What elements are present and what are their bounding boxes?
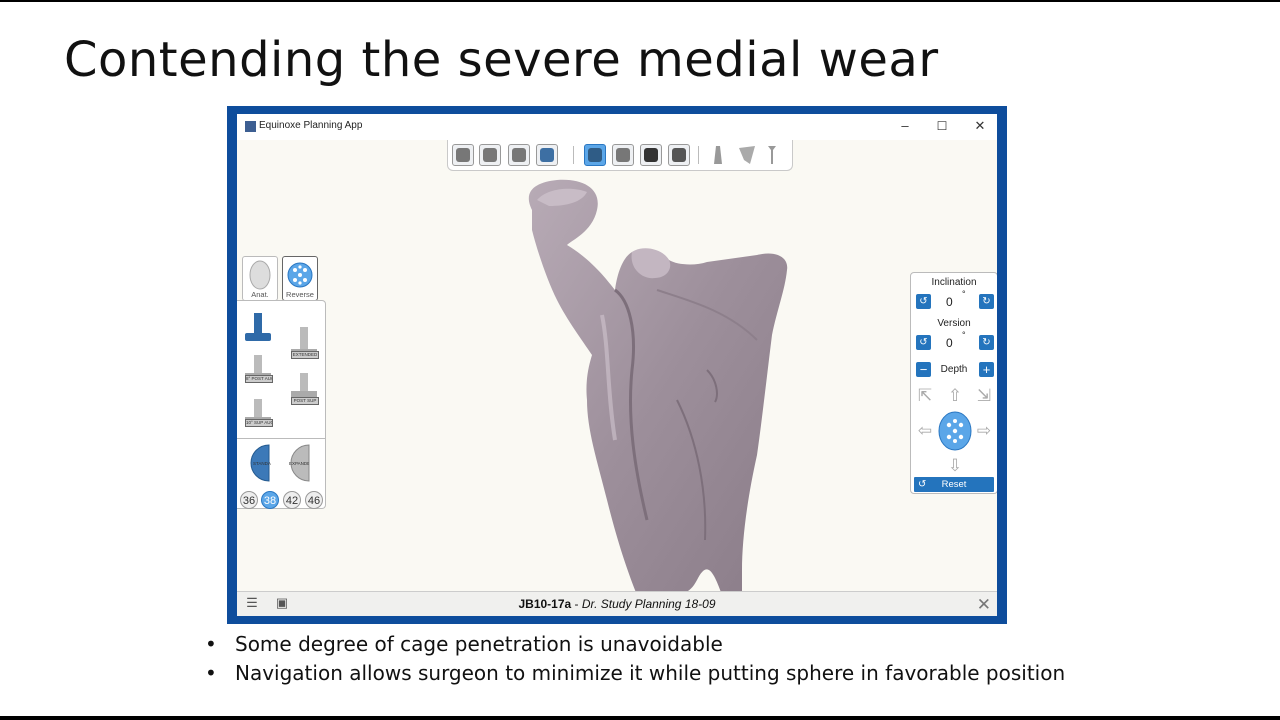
size-button-38[interactable]: 38 <box>261 491 279 509</box>
version-value: 0 <box>946 336 953 350</box>
case-description: Dr. Study Planning 18-09 <box>581 597 716 611</box>
size-button-42[interactable]: 42 <box>283 491 301 509</box>
view-toolbar <box>447 140 793 171</box>
implant-view-icon[interactable] <box>479 144 501 166</box>
bullet-list: • Some degree of cage penetration is una… <box>205 630 1065 688</box>
size-button-46[interactable]: 46 <box>305 491 323 509</box>
humerus-outline-icon[interactable] <box>738 144 756 166</box>
reset-button[interactable]: ↺ Reset <box>914 477 994 492</box>
stem-label-sup-aug: 10° SUP AUG <box>245 419 273 427</box>
status-bar: ☰ ▣ JB10-17a - Dr. Study Planning 18-09 … <box>237 591 997 616</box>
bullet-text: Some degree of cage penetration is unavo… <box>235 632 723 656</box>
bullet-dot: • <box>205 661 217 685</box>
arrow-up-icon[interactable]: ⇧ <box>946 387 964 405</box>
toolbar-separator <box>698 146 699 164</box>
glenosphere-label-expanded: EXPANDED <box>289 461 309 466</box>
glenoid-view-icon[interactable] <box>452 144 474 166</box>
3d-viewport[interactable] <box>237 140 997 608</box>
inclination-rotate-right-icon[interactable]: ↻ <box>979 294 994 309</box>
inclination-value: 0 <box>946 295 953 309</box>
shaded-bone-icon[interactable] <box>536 144 558 166</box>
tab-reverse[interactable]: Reverse <box>282 256 318 301</box>
version-degree: ° <box>962 330 966 340</box>
slide-title: Contending the severe medial wear <box>64 32 939 88</box>
panel-divider <box>237 438 325 439</box>
inclination-rotate-left-icon[interactable]: ↺ <box>916 294 931 309</box>
case-id: JB10-17a <box>518 597 572 611</box>
anatomic-implant-icon <box>249 260 271 290</box>
arrow-down-icon[interactable]: ⇩ <box>946 457 964 475</box>
arrow-left-icon[interactable]: ⇦ <box>916 422 934 440</box>
bullet-text: Navigation allows surgeon to minimize it… <box>235 661 1066 685</box>
version-rotate-left-icon[interactable]: ↺ <box>916 335 931 350</box>
scapula-cut-icon[interactable] <box>668 144 690 166</box>
scapula-outline-icon[interactable] <box>712 144 724 166</box>
glenosphere-label-standard: STANDARD <box>253 461 271 466</box>
tab-anatomic[interactable]: Anat. <box>242 256 278 301</box>
depth-plus-button[interactable]: + <box>979 362 994 377</box>
implant-selection-panel: EXTENDED 8° POST AUG POST SUP 10° SUP AU… <box>237 300 326 509</box>
close-button[interactable]: ✕ <box>965 117 995 135</box>
toolbar-separator <box>573 146 574 164</box>
glenosphere-position-icon[interactable] <box>938 411 972 451</box>
app-title: Equinoxe Planning App <box>259 120 363 131</box>
scapula-side-icon[interactable] <box>612 144 634 166</box>
title-bar: Equinoxe Planning App – ☐ ✕ <box>237 114 997 140</box>
arrow-right-icon[interactable]: ⇨ <box>975 422 993 440</box>
inclination-degree: ° <box>962 289 966 299</box>
scapula-front-icon[interactable] <box>584 144 606 166</box>
scapula-bone-model <box>528 179 788 595</box>
inclination-label: Inclination <box>931 277 977 288</box>
bone-scan-view-icon[interactable] <box>508 144 530 166</box>
maximize-button[interactable]: ☐ <box>927 117 957 135</box>
tab-anatomic-label: Anat. <box>251 290 269 299</box>
tab-reverse-label: Reverse <box>286 290 314 299</box>
minimize-button[interactable]: – <box>890 117 920 135</box>
stem-label-post-aug: 8° POST AUG <box>245 375 273 383</box>
bullet-dot: • <box>205 632 217 656</box>
arrow-up-right-icon[interactable]: ⇲ <box>975 387 993 405</box>
scapula-dark-icon[interactable] <box>640 144 662 166</box>
version-rotate-right-icon[interactable]: ↻ <box>979 335 994 350</box>
humerus-stem-icon[interactable] <box>766 144 778 166</box>
arrow-up-left-icon[interactable]: ⇱ <box>916 387 934 405</box>
reset-label: Reset <box>941 479 967 490</box>
reverse-implant-icon <box>287 262 313 288</box>
case-info: JB10-17a - Dr. Study Planning 18-09 <box>237 597 997 611</box>
stem-label-post-sup: POST SUP <box>291 397 319 405</box>
case-separator: - <box>571 597 582 611</box>
baseplate-standard-icon[interactable] <box>243 313 273 345</box>
bullet-item: • Some degree of cage penetration is una… <box>205 630 1065 659</box>
bullet-item: • Navigation allows surgeon to minimize … <box>205 659 1065 688</box>
stem-label-extended: EXTENDED <box>291 351 319 359</box>
positioning-panel: Inclination ↺ 0 ° ↻ Version ↺ 0 ° ↻ − De… <box>910 272 997 494</box>
app-logo-icon <box>245 121 256 132</box>
slide: Contending the severe medial wear Equino… <box>0 2 1280 716</box>
app-window-content: Equinoxe Planning App – ☐ ✕ Anat. Revers… <box>237 114 997 616</box>
size-button-36[interactable]: 36 <box>240 491 258 509</box>
close-case-icon[interactable]: ✕ <box>977 595 991 615</box>
version-label: Version <box>937 318 971 329</box>
app-window: Equinoxe Planning App – ☐ ✕ Anat. Revers… <box>227 106 1007 624</box>
